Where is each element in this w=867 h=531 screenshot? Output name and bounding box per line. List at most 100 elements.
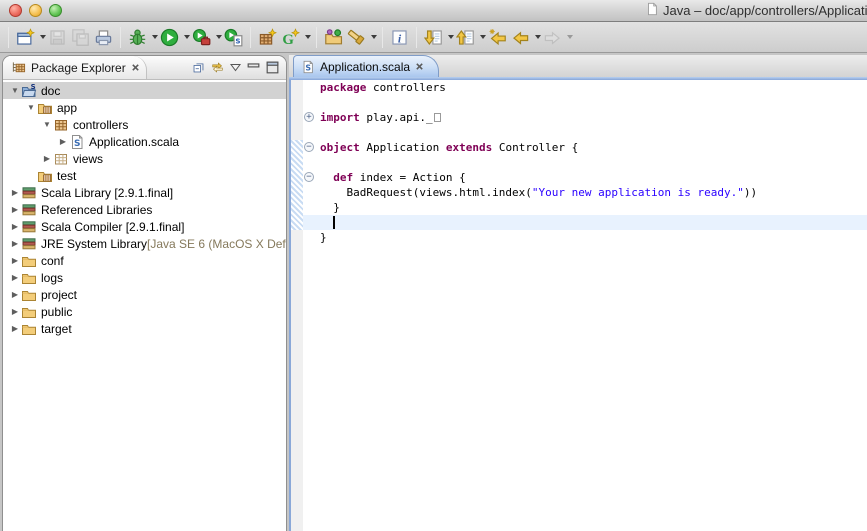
tree-item-doc[interactable]: ▼Sdoc	[3, 82, 286, 99]
code-line[interactable]: package controllers	[317, 80, 867, 95]
tree-collapse-arrow-icon[interactable]: ▼	[41, 116, 53, 133]
fold-collapse-icon[interactable]: −	[304, 142, 314, 152]
tree-collapse-arrow-icon[interactable]: ▼	[9, 82, 21, 99]
open-element-button[interactable]	[322, 26, 345, 49]
back-button[interactable]	[509, 26, 532, 49]
close-view-icon[interactable]	[131, 63, 140, 72]
window-zoom-button[interactable]	[49, 4, 62, 17]
maximize-icon[interactable]	[266, 61, 279, 74]
tree-item-public[interactable]: ▶public	[3, 303, 286, 320]
external-tools-button[interactable]	[190, 26, 213, 49]
debug-button[interactable]	[126, 26, 149, 49]
code-line[interactable]	[317, 125, 867, 140]
window-minimize-button[interactable]	[29, 4, 42, 17]
folding-gutter[interactable]: + − −	[303, 80, 317, 531]
view-menu-icon[interactable]	[230, 63, 241, 72]
next-annotation-button[interactable]	[422, 26, 445, 49]
document-icon	[645, 2, 659, 19]
library-icon	[21, 219, 37, 235]
new-wizard-icon	[16, 28, 35, 47]
toolbar-separator	[120, 27, 121, 48]
previous-annotation-button[interactable]	[454, 26, 477, 49]
keyword-token: extends	[446, 141, 492, 154]
code-line[interactable]	[317, 155, 867, 170]
tree-item-views[interactable]: ▶views	[3, 150, 286, 167]
tree-expand-arrow-icon[interactable]: ▶	[9, 235, 21, 252]
toolbar-separator	[8, 27, 9, 48]
save-all-button	[69, 26, 92, 49]
package-explorer-tree: ▼Sdoc▼app▼controllers▶SApplication.scala…	[3, 80, 286, 531]
code-line[interactable]: }	[317, 200, 867, 215]
tree-item-conf[interactable]: ▶conf	[3, 252, 286, 269]
project-folder-icon: S	[21, 83, 37, 99]
tree-expand-arrow-icon[interactable]: ▶	[9, 269, 21, 286]
new-button[interactable]	[14, 26, 37, 49]
info-icon: i	[390, 28, 409, 47]
fold-collapse-icon[interactable]: −	[304, 172, 314, 182]
tree-expand-arrow-icon[interactable]: ▶	[9, 184, 21, 201]
code-text-area[interactable]: package controllers import play.api._obje…	[317, 80, 867, 531]
folder-icon	[21, 287, 37, 303]
tree-item-application.scala[interactable]: ▶SApplication.scala	[3, 133, 286, 150]
tree-expand-arrow-icon[interactable]: ▶	[9, 201, 21, 218]
tree-collapse-arrow-icon[interactable]: ▼	[25, 99, 37, 116]
workbench: Package Explorer ▼Sdoc▼app▼controllers▶S…	[0, 53, 867, 531]
tree-expand-arrow-icon[interactable]: ▶	[9, 286, 21, 303]
tree-item-logs[interactable]: ▶logs	[3, 269, 286, 286]
tree-expand-arrow-icon[interactable]: ▶	[57, 133, 69, 150]
new-wizard-g-button[interactable]: G	[279, 26, 302, 49]
code-line[interactable]: import play.api._	[317, 110, 867, 125]
close-tab-icon[interactable]	[415, 62, 424, 71]
code-line[interactable]: object Application extends Controller {	[317, 140, 867, 155]
code-line-current[interactable]	[303, 215, 867, 230]
tree-item-project[interactable]: ▶project	[3, 286, 286, 303]
tree-item-test[interactable]: test	[3, 167, 286, 184]
code-token: }	[320, 201, 340, 214]
tree-expand-arrow-icon[interactable]: ▶	[9, 218, 21, 235]
window-close-button[interactable]	[9, 4, 22, 17]
tree-expand-arrow-icon[interactable]: ▶	[9, 252, 21, 269]
code-token: play.api._	[360, 111, 433, 124]
library-icon	[21, 236, 37, 252]
keyword-token: import	[320, 111, 360, 124]
tree-item-scala-compiler-2.9.1.final[interactable]: ▶Scala Compiler [2.9.1.final]	[3, 218, 286, 235]
tab-application-scala[interactable]: S Application.scala	[293, 55, 439, 77]
search-dropdown-icon[interactable]	[371, 35, 377, 39]
save-all-icon	[71, 28, 90, 47]
search-button[interactable]	[345, 26, 368, 49]
link-with-editor-icon[interactable]	[211, 61, 224, 74]
run-scala-application-button[interactable]: S	[222, 26, 245, 49]
package-explorer-tab-label: Package Explorer	[31, 61, 126, 75]
code-line[interactable]: def index = Action {	[317, 170, 867, 185]
source-folder-icon	[37, 168, 53, 184]
tree-item-jre-system-library[interactable]: ▶JRE System Library [Java SE 6 (MacOS X …	[3, 235, 286, 252]
collapse-all-icon[interactable]	[192, 61, 205, 74]
tree-expand-arrow-icon[interactable]: ▶	[41, 150, 53, 167]
code-line[interactable]: BadRequest(views.html.index("Your new ap…	[317, 185, 867, 200]
tree-item-scala-library-2.9.1.final[interactable]: ▶Scala Library [2.9.1.final]	[3, 184, 286, 201]
new-java-package-button[interactable]	[256, 26, 279, 49]
tree-expand-arrow-icon[interactable]: ▶	[9, 303, 21, 320]
svg-text:G: G	[282, 32, 294, 47]
tab-package-explorer[interactable]: Package Explorer	[3, 56, 147, 79]
fold-expand-icon[interactable]: +	[304, 112, 314, 122]
tree-item-target[interactable]: ▶target	[3, 320, 286, 337]
new-package-icon	[258, 28, 277, 47]
code-line[interactable]	[317, 95, 867, 110]
tree-item-label: JRE System Library	[41, 237, 147, 251]
run-button[interactable]	[158, 26, 181, 49]
code-token: }	[320, 231, 327, 244]
last-edit-location-button[interactable]	[486, 26, 509, 49]
tree-expand-arrow-icon[interactable]: ▶	[9, 320, 21, 337]
tree-item-app[interactable]: ▼app	[3, 99, 286, 116]
new-wizard-g-dropdown-icon[interactable]	[305, 35, 311, 39]
tree-item-controllers[interactable]: ▼controllers	[3, 116, 286, 133]
print-button[interactable]	[92, 26, 115, 49]
code-line[interactable]: }	[317, 230, 867, 245]
minimize-icon[interactable]	[247, 61, 260, 74]
collapsed-region-icon[interactable]	[434, 113, 441, 122]
tree-item-referenced-libraries[interactable]: ▶Referenced Libraries	[3, 201, 286, 218]
annotation-ruler[interactable]	[291, 80, 303, 531]
library-icon	[21, 202, 37, 218]
toggle-mark-occurrences-button[interactable]: i	[388, 26, 411, 49]
